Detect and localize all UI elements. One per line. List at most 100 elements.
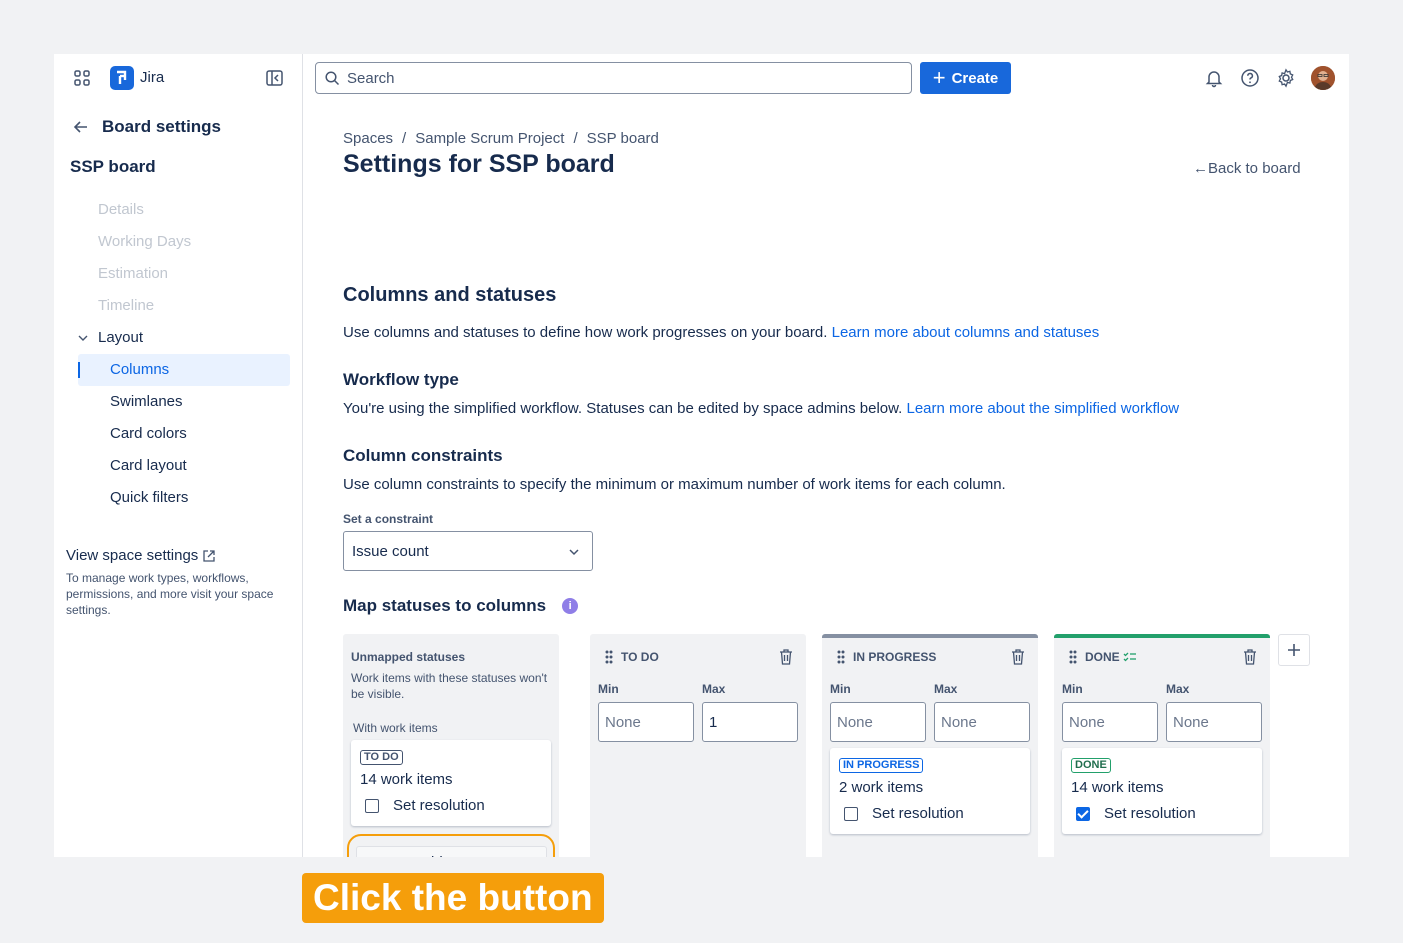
board-settings-title: Board settings xyxy=(102,117,222,136)
learn-more-workflow-link[interactable]: Learn more about the simplified workflow xyxy=(906,400,1179,417)
view-space-settings-link[interactable]: View space settings xyxy=(66,547,216,564)
work-item-count: 2 work items xyxy=(839,779,924,796)
sidebar-top: Jira xyxy=(54,54,303,102)
set-constraint-label: Set a constraint xyxy=(343,512,434,526)
min-input[interactable]: None xyxy=(1062,702,1158,742)
constraint-select[interactable]: Issue count xyxy=(343,531,593,571)
bell-icon[interactable] xyxy=(1204,68,1224,88)
map-title-text: Map statuses to columns xyxy=(343,596,547,615)
jira-logo-icon[interactable] xyxy=(110,66,134,90)
max-input[interactable]: 1 xyxy=(702,702,798,742)
column-constraints-title: Column constraints xyxy=(343,446,503,465)
column-name: TO DO xyxy=(621,650,659,664)
status-card-todo-unmapped[interactable]: TO DO 14 work items Set resolution xyxy=(351,740,551,826)
trash-icon[interactable] xyxy=(1243,649,1257,665)
with-work-items-label: With work items xyxy=(353,721,438,735)
workflow-desc-text: You're using the simplified workflow. St… xyxy=(343,400,903,417)
column-header[interactable]: IN PROGRESS xyxy=(837,650,936,664)
status-lozenge: DONE xyxy=(1071,758,1111,773)
collapse-sidebar-icon[interactable] xyxy=(266,70,283,86)
set-resolution-label: Set resolution xyxy=(1104,805,1196,822)
app-name[interactable]: Jira xyxy=(140,69,164,86)
search-input[interactable]: Search xyxy=(315,62,912,94)
sidebar-item-details: Details xyxy=(98,201,144,218)
column-done: DONE Min Max None None DONE 14 work item… xyxy=(1054,634,1270,857)
set-resolution-label: Set resolution xyxy=(393,797,485,814)
set-resolution-label: Set resolution xyxy=(872,805,964,822)
app-switcher-icon[interactable] xyxy=(74,70,90,86)
breadcrumb-spaces[interactable]: Spaces xyxy=(343,130,393,147)
status-card-done[interactable]: DONE 14 work items Set resolution xyxy=(1062,748,1262,834)
work-item-count: 14 work items xyxy=(360,771,453,788)
info-icon[interactable]: i xyxy=(562,598,579,614)
breadcrumb: Spaces / Sample Scrum Project / SSP board xyxy=(343,130,659,147)
constraint-value: Issue count xyxy=(352,543,429,560)
plus-icon: + xyxy=(932,65,946,90)
trash-icon[interactable] xyxy=(779,649,793,665)
drag-handle-icon[interactable] xyxy=(605,650,613,664)
max-label: Max xyxy=(702,682,726,696)
max-input[interactable]: None xyxy=(934,702,1030,742)
page-title: Settings for SSP board xyxy=(343,150,615,178)
min-input[interactable]: None xyxy=(598,702,694,742)
section-description: Use columns and statuses to define how w… xyxy=(343,324,1099,341)
max-input[interactable]: None xyxy=(1166,702,1262,742)
learn-more-columns-link[interactable]: Learn more about columns and statuses xyxy=(832,324,1100,341)
breadcrumb-board[interactable]: SSP board xyxy=(587,130,659,147)
sidebar-item-estimation: Estimation xyxy=(98,265,169,282)
drag-handle-icon[interactable] xyxy=(837,650,845,664)
settings-nav: Details Working Days Estimation Timeline… xyxy=(78,194,290,514)
constraints-description: Use column constraints to specify the mi… xyxy=(343,476,1006,493)
map-statuses-title: Map statuses to columns i xyxy=(343,596,579,616)
add-column-button[interactable] xyxy=(1278,634,1310,666)
sidebar-item-quick-filters[interactable]: Quick filters xyxy=(78,482,290,514)
column-in-progress: IN PROGRESS Min Max None None IN PROGRES… xyxy=(822,634,1038,857)
top-nav: Search + Create xyxy=(303,54,1349,102)
max-label: Max xyxy=(1166,682,1190,696)
column-todo: TO DO Min Max None 1 xyxy=(590,634,806,857)
sidebar-item-columns[interactable]: Columns xyxy=(78,354,290,386)
avatar[interactable] xyxy=(1311,66,1335,90)
min-input[interactable]: None xyxy=(830,702,926,742)
drag-handle-icon[interactable] xyxy=(1069,650,1077,664)
status-lozenge: IN PROGRESS xyxy=(839,758,924,773)
view-space-settings-label: View space settings xyxy=(66,547,199,564)
main-content: Spaces / Sample Scrum Project / SSP board Se… xyxy=(303,102,1349,857)
max-label: Max xyxy=(934,682,958,696)
column-header[interactable]: DONE xyxy=(1069,650,1137,664)
sidebar-item-working-days: Working Days xyxy=(98,233,192,250)
back-to-board-link[interactable]: ←Back to board xyxy=(1193,160,1301,177)
search-icon xyxy=(325,71,340,86)
sidebar-board-name: SSP board xyxy=(70,157,156,176)
set-resolution-checkbox[interactable]: Set resolution xyxy=(1076,805,1196,822)
view-space-settings-desc: To manage work types, workflows, permiss… xyxy=(66,571,274,617)
sidebar-item-card-layout[interactable]: Card layout xyxy=(78,450,290,482)
column-name: DONE xyxy=(1085,650,1120,664)
status-card-in-progress[interactable]: IN PROGRESS 2 work items Set resolution xyxy=(830,748,1030,834)
breadcrumb-project[interactable]: Sample Scrum Project xyxy=(415,130,564,147)
app-window: Jira Board settings SSP board Details Wo… xyxy=(54,54,1349,857)
column-header[interactable]: TO DO xyxy=(605,650,659,664)
checkbox-icon xyxy=(365,798,379,813)
min-label: Min xyxy=(598,682,619,696)
sidebar-item-layout[interactable]: Layout xyxy=(78,322,290,354)
trash-icon[interactable] xyxy=(1011,649,1025,665)
done-checklist-icon xyxy=(1123,652,1136,662)
sidebar-item-swimlanes[interactable]: Swimlanes xyxy=(78,386,290,418)
gear-icon[interactable] xyxy=(1276,68,1296,88)
set-resolution-checkbox[interactable]: Set resolution xyxy=(844,805,964,822)
search-placeholder: Search xyxy=(347,70,395,87)
create-label: Create xyxy=(951,69,999,87)
instruction-tooltip: Click the button xyxy=(302,873,604,923)
create-button[interactable]: + Create xyxy=(920,62,1011,94)
workflow-type-title: Workflow type xyxy=(343,370,459,389)
section-desc-text: Use columns and statuses to define how w… xyxy=(343,324,828,341)
chevron-down-icon xyxy=(78,335,88,341)
unmapped-statuses-column: Unmapped statuses Work items with these … xyxy=(343,634,559,857)
board-settings-back[interactable]: Board settings xyxy=(72,116,221,138)
help-icon[interactable] xyxy=(1240,68,1260,88)
sidebar-item-card-colors[interactable]: Card colors xyxy=(78,418,290,450)
column-name: IN PROGRESS xyxy=(853,650,937,664)
checkbox-icon xyxy=(844,806,858,821)
set-resolution-checkbox[interactable]: Set resolution xyxy=(365,797,485,814)
